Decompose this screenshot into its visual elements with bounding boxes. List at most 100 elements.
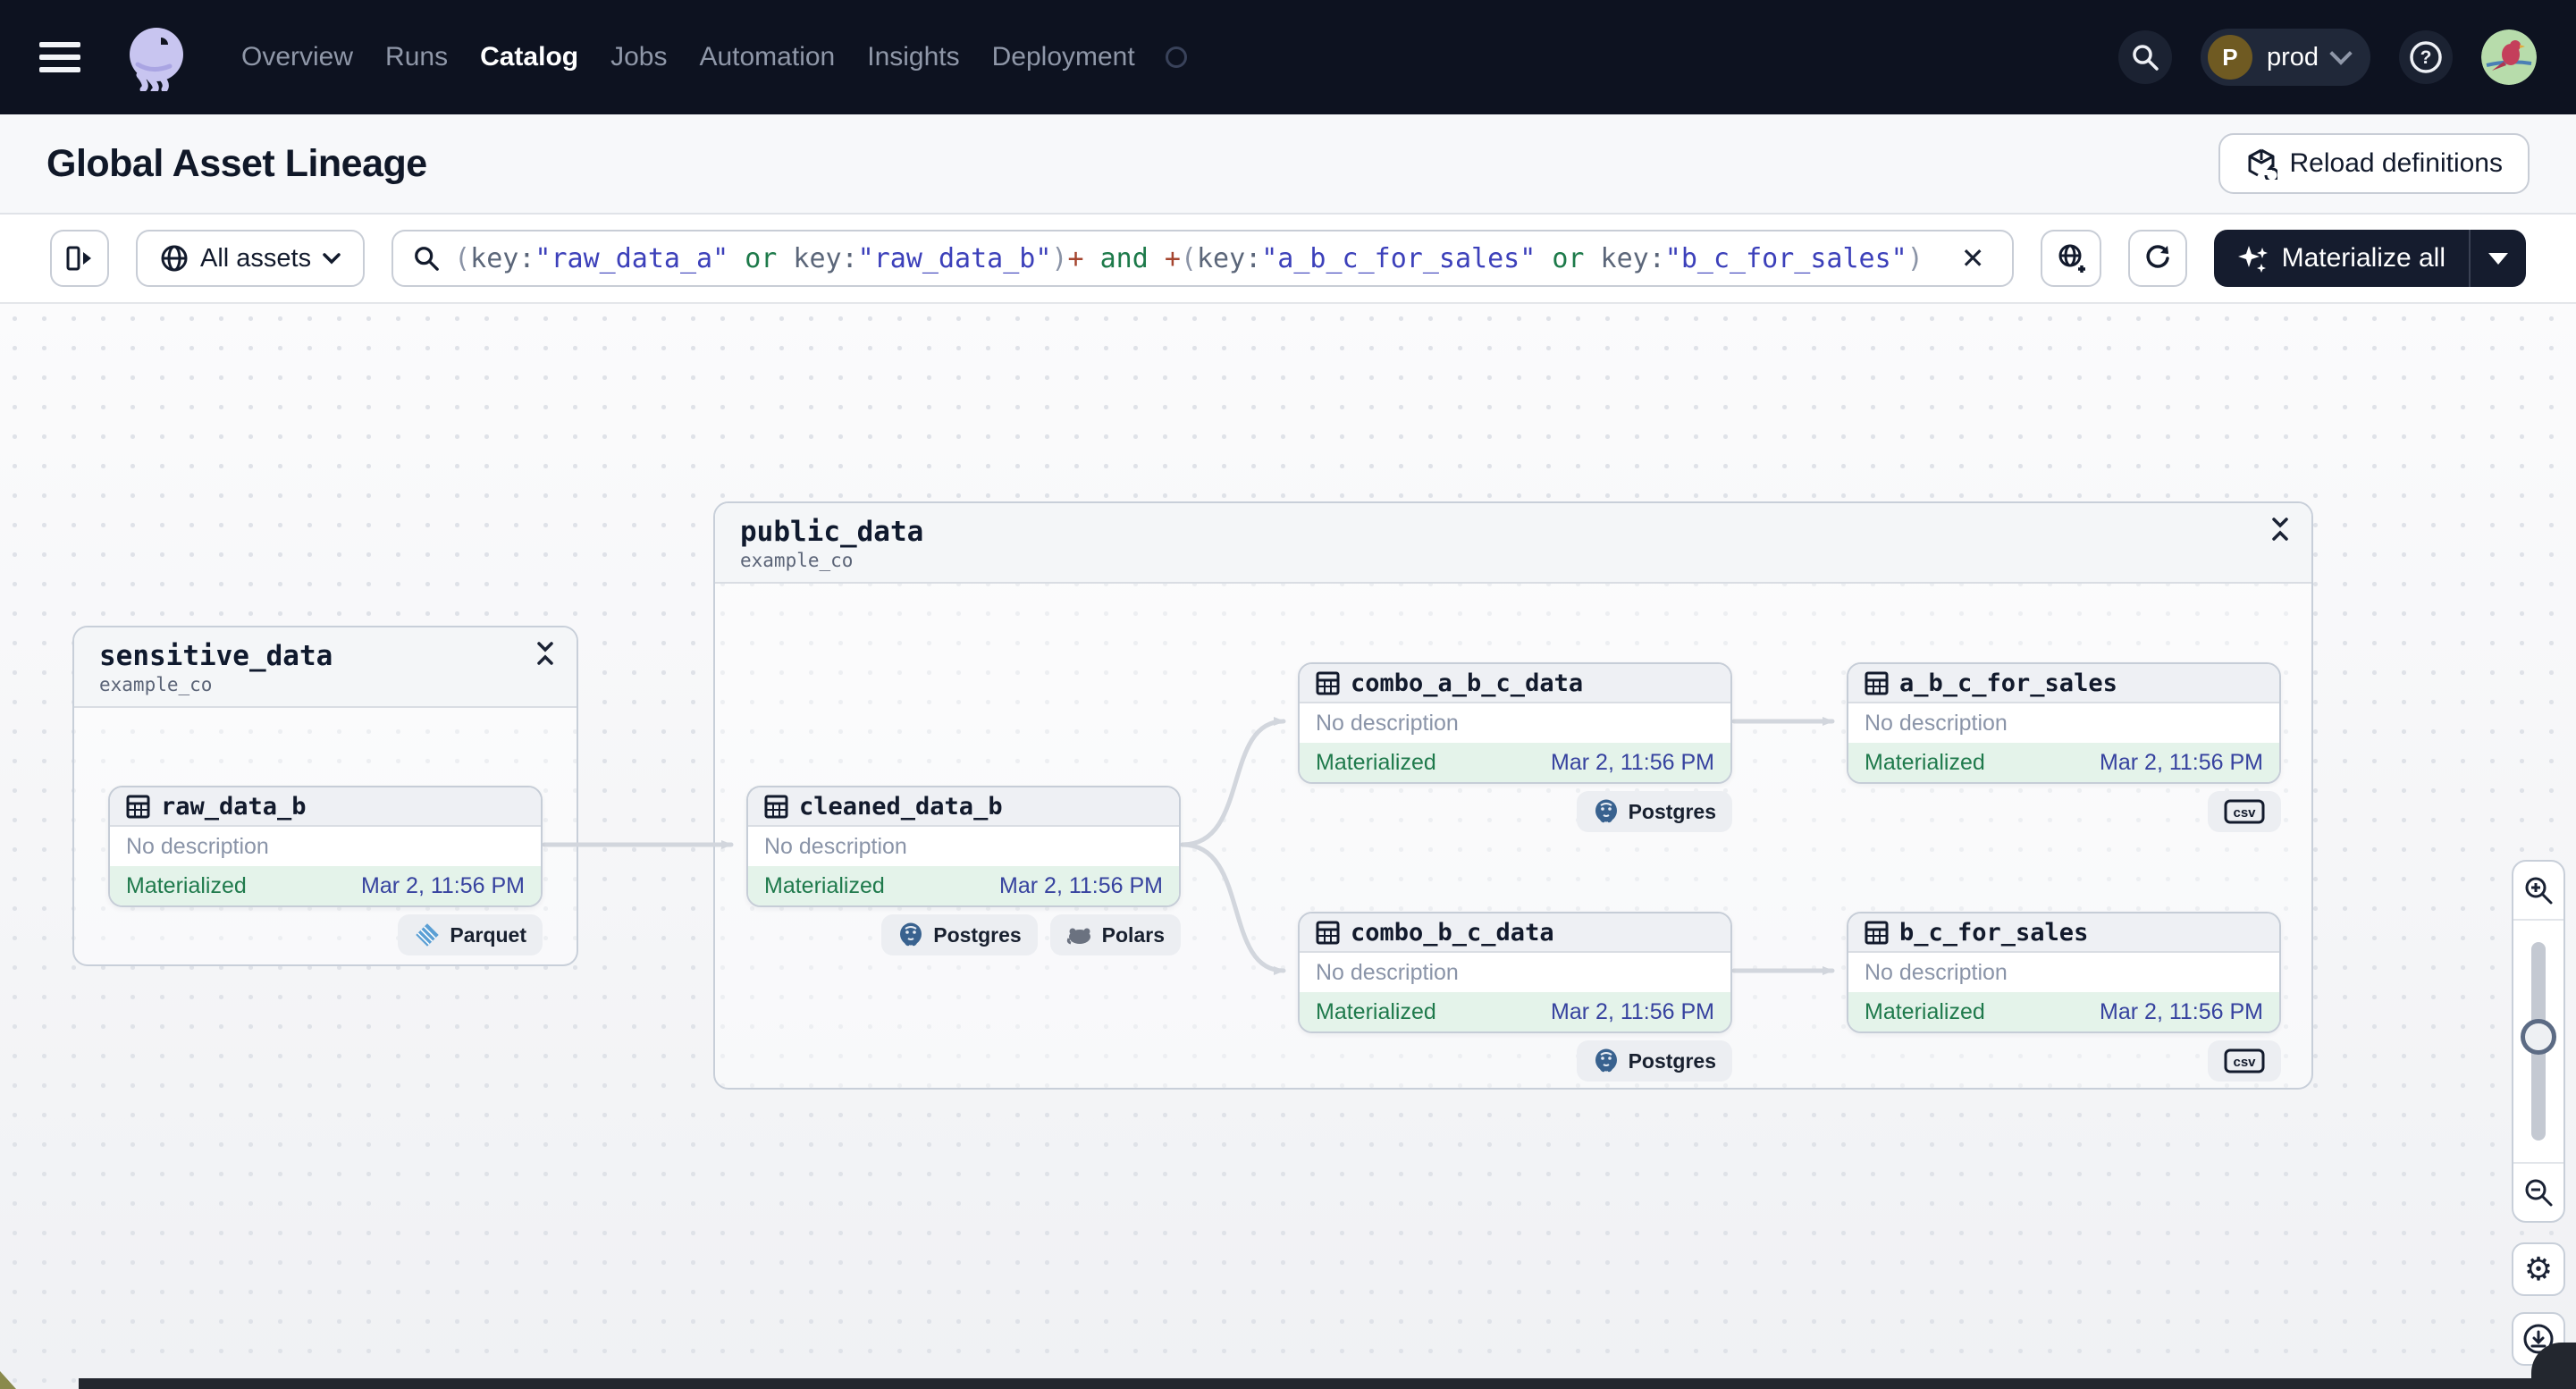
refresh-button[interactable] <box>2127 230 2187 287</box>
lineage-canvas[interactable]: ⚙ sensitive_data example_co public_data exa… <box>0 304 2576 1389</box>
parquet-icon <box>414 922 441 948</box>
asset-node-header[interactable]: raw_data_b <box>110 787 541 827</box>
nav-item-automation[interactable]: Automation <box>699 42 835 72</box>
asset-query-input[interactable]: (key:"raw_data_a" or key:"raw_data_b")+ … <box>391 230 2014 287</box>
asset-node-b_c_for_sales[interactable]: b_c_for_sales No description Materialized M… <box>1847 912 2281 1033</box>
asset-name: combo_a_b_c_data <box>1351 669 1584 697</box>
asset-status-row: Materialized Mar 2, 11:56 PM <box>1300 992 1730 1031</box>
asset-name: a_b_c_for_sales <box>1899 669 2117 697</box>
tag-label: Postgres <box>1628 799 1716 823</box>
asset-description: No description <box>1848 953 2279 992</box>
tag-csv[interactable]: csv <box>2208 1040 2281 1082</box>
asset-node-combo_b_c_data[interactable]: combo_b_c_data No description Materialized… <box>1298 912 1732 1033</box>
dagster-logo-icon[interactable] <box>122 23 189 95</box>
table-icon <box>764 795 788 819</box>
materialization-timestamp[interactable]: Mar 2, 11:56 PM <box>999 873 1163 899</box>
clear-query-icon[interactable]: ✕ <box>1954 241 1992 275</box>
tag-csv[interactable]: csv <box>2208 791 2281 832</box>
chevron-down-icon <box>2329 42 2353 65</box>
bottom-panel-edge <box>79 1378 2576 1389</box>
asset-status-row: Materialized Mar 2, 11:56 PM <box>748 866 1179 905</box>
nav-item-insights[interactable]: Insights <box>867 42 959 72</box>
asset-description: No description <box>1300 953 1730 992</box>
materialization-timestamp[interactable]: Mar 2, 11:56 PM <box>1551 750 1714 776</box>
materialization-timestamp[interactable]: Mar 2, 11:56 PM <box>361 873 525 899</box>
nav-item-deployment[interactable]: Deployment <box>992 42 1135 72</box>
help-icon: ? <box>2410 41 2442 73</box>
edge-cleaned_data_b-to-combo_b_c_data <box>1180 842 1286 975</box>
nav-item-runs[interactable]: Runs <box>385 42 448 72</box>
tag-parquet[interactable]: Parquet <box>398 914 543 955</box>
search-icon <box>2133 45 2159 71</box>
zoom-slider[interactable] <box>2513 919 2563 1164</box>
zoom-out-button[interactable] <box>2513 1164 2563 1221</box>
tag-postgres[interactable]: Postgres <box>881 914 1038 955</box>
asset-node-header[interactable]: cleaned_data_b <box>748 787 1179 827</box>
hamburger-menu-icon[interactable] <box>39 42 80 72</box>
materialization-timestamp[interactable]: Mar 2, 11:56 PM <box>2100 750 2263 776</box>
asset-scope-dropdown[interactable]: All assets <box>136 230 366 287</box>
top-nav: Overview Runs Catalog Jobs Automation Insight… <box>0 0 2576 114</box>
deployment-switcher[interactable]: P prod <box>2200 29 2370 86</box>
bottom-left-artifact <box>0 1371 16 1389</box>
search-button[interactable] <box>2117 30 2172 84</box>
table-icon <box>1316 671 1340 695</box>
csv-icon: csv <box>2224 798 2265 825</box>
asset-node-header[interactable]: combo_a_b_c_data <box>1300 664 1730 703</box>
loading-spinner-icon <box>1165 46 1187 68</box>
svg-text:?: ? <box>2420 47 2432 68</box>
asset-description: No description <box>1848 703 2279 743</box>
asset-description: No description <box>110 827 541 866</box>
refresh-icon <box>2146 245 2169 268</box>
open-panel-button[interactable] <box>50 230 109 287</box>
panel-expand-icon <box>66 246 91 271</box>
asset-query-text[interactable]: (key:"raw_data_a" or key:"raw_data_b")+ … <box>454 243 1940 274</box>
chevron-down-icon <box>323 253 341 265</box>
polars-icon <box>1066 924 1093 946</box>
graph-settings-button[interactable]: ⚙ <box>2512 1242 2565 1296</box>
deployment-name: prod <box>2266 42 2319 72</box>
page-title: Global Asset Lineage <box>46 141 427 185</box>
asset-node-combo_a_b_c_data[interactable]: combo_a_b_c_data No description Materializ… <box>1298 662 1732 784</box>
tag-polars[interactable]: Polars <box>1049 914 1181 955</box>
tag-postgres[interactable]: Postgres <box>1576 791 1732 832</box>
asset-node-raw_data_b[interactable]: raw_data_b No description Materialized Mar … <box>108 786 543 907</box>
materialize-options-button[interactable] <box>2469 230 2526 287</box>
materialization-timestamp[interactable]: Mar 2, 11:56 PM <box>1551 999 1714 1025</box>
reload-definitions-button[interactable]: Reload definitions <box>2218 133 2530 194</box>
nav-item-catalog[interactable]: Catalog <box>480 42 578 72</box>
status-badge: Materialized <box>1865 749 1985 775</box>
zoom-in-icon <box>2525 877 2553 905</box>
materialization-timestamp[interactable]: Mar 2, 11:56 PM <box>2100 999 2263 1025</box>
zoom-slider-thumb[interactable] <box>2521 1019 2556 1055</box>
zoom-controls <box>2512 860 2565 1223</box>
status-badge: Materialized <box>764 872 885 898</box>
postgres-icon <box>897 922 924 948</box>
materialize-all-button[interactable]: Materialize all <box>2214 230 2469 287</box>
asset-tags-row: csv <box>1847 1040 2281 1082</box>
table-icon <box>1316 921 1340 945</box>
asset-node-a_b_c_for_sales[interactable]: a_b_c_for_sales No description Materialize… <box>1847 662 2281 784</box>
tag-postgres[interactable]: Postgres <box>1576 1040 1732 1082</box>
reload-cube-icon <box>2248 148 2277 180</box>
tag-label: Parquet <box>450 922 526 947</box>
status-badge: Materialized <box>1316 749 1436 775</box>
asset-node-cleaned_data_b[interactable]: cleaned_data_b No description Materialized… <box>746 786 1181 907</box>
gear-icon: ⚙ <box>2523 1250 2554 1287</box>
asset-node-header[interactable]: b_c_for_sales <box>1848 913 2279 953</box>
nav-item-jobs[interactable]: Jobs <box>610 42 667 72</box>
nav-item-overview[interactable]: Overview <box>241 42 353 72</box>
caret-down-icon <box>2488 252 2508 265</box>
svg-text:csv: csv <box>2233 1055 2256 1070</box>
csv-icon: csv <box>2224 1048 2265 1074</box>
graph-scope-button[interactable] <box>2040 230 2101 287</box>
table-icon <box>1865 921 1889 945</box>
user-avatar[interactable] <box>2481 29 2537 85</box>
asset-description: No description <box>1300 703 1730 743</box>
asset-node-header[interactable]: combo_b_c_data <box>1300 913 1730 953</box>
asset-status-row: Materialized Mar 2, 11:56 PM <box>1300 743 1730 782</box>
materialize-all-split-button: Materialize all <box>2213 230 2526 287</box>
zoom-in-button[interactable] <box>2513 862 2563 919</box>
help-button[interactable]: ? <box>2399 30 2453 84</box>
asset-node-header[interactable]: a_b_c_for_sales <box>1848 664 2279 703</box>
